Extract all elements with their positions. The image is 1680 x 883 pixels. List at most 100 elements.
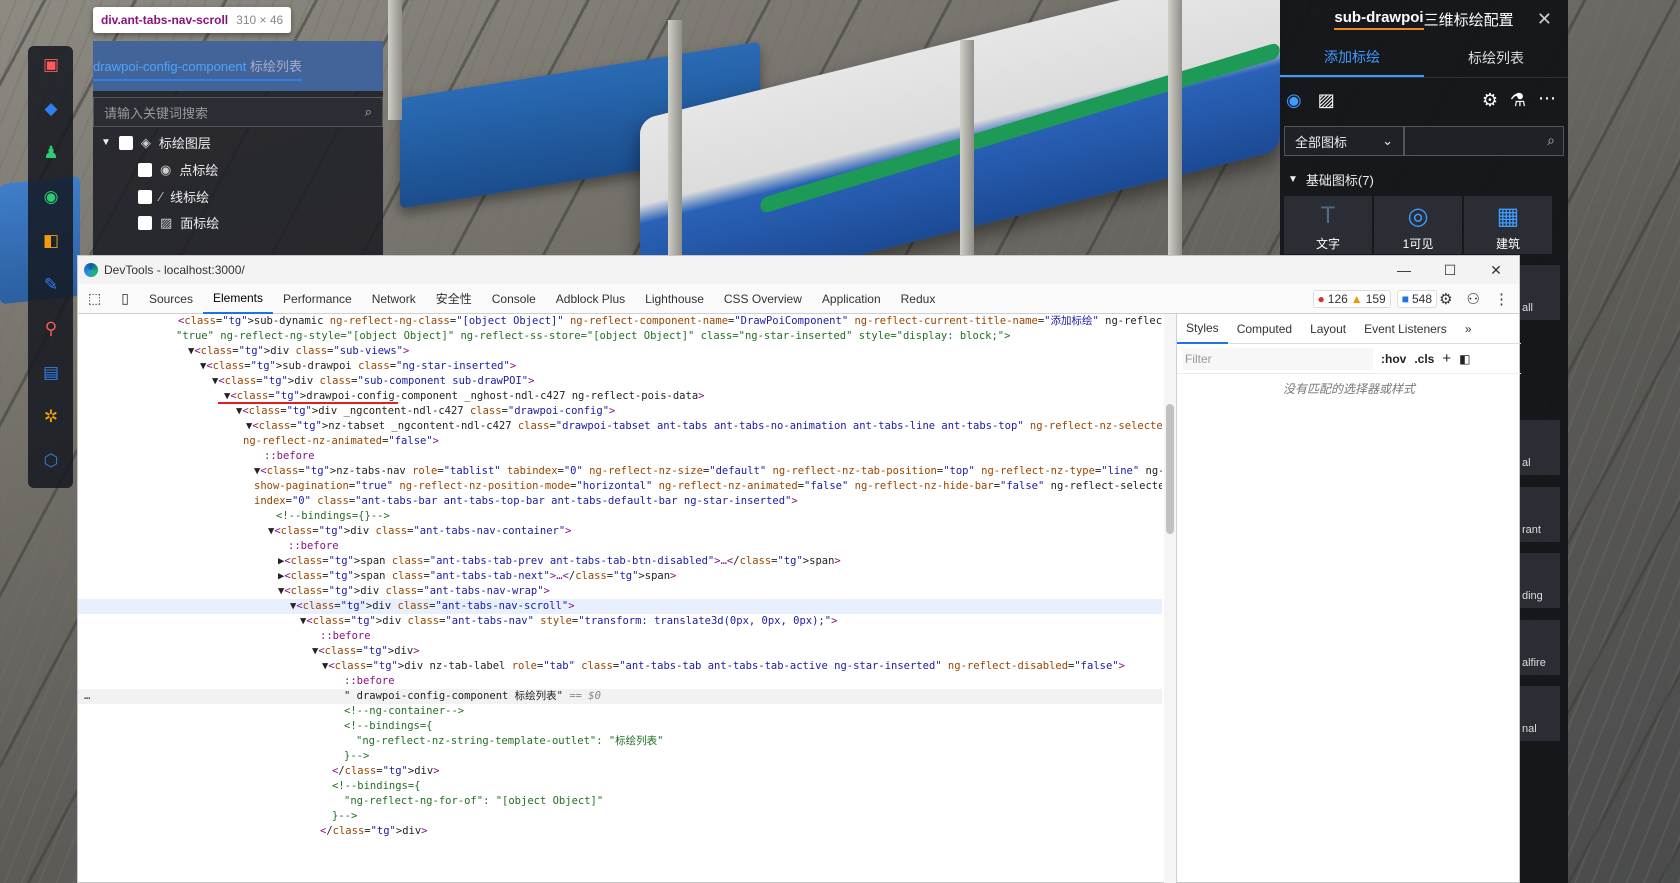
settings-icon[interactable]: ⚙: [1439, 290, 1452, 308]
elements-dom-tree[interactable]: <class="tg">sub-dynamic ng-reflect-ng-cl…: [78, 314, 1162, 883]
hov-toggle[interactable]: :hov: [1381, 352, 1406, 366]
tab-plot-list[interactable]: drawpoi-config-component 标绘列表: [93, 56, 302, 81]
dom-node-line[interactable]: <!--bindings={: [78, 719, 1162, 734]
dom-node-line[interactable]: }-->: [78, 749, 1162, 764]
icon-category-select[interactable]: 全部图标 ⌄: [1284, 126, 1404, 156]
tab-console[interactable]: Console: [482, 284, 546, 314]
inspect-icon[interactable]: ⬚: [78, 284, 111, 314]
eye-icon[interactable]: ◉: [40, 186, 62, 208]
dom-node-line[interactable]: <!--bindings={}-->: [78, 509, 1162, 524]
tab-security[interactable]: 安全性: [426, 284, 482, 314]
search-icon[interactable]: ⌕: [365, 104, 372, 120]
dom-node-line[interactable]: <!--bindings={: [78, 779, 1162, 794]
dom-node-line[interactable]: ng-reflect-nz-animated="false">: [78, 434, 1162, 449]
dom-node-line[interactable]: ::before: [78, 674, 1162, 689]
dom-node-line[interactable]: ▼<class="tg">div class="ant-tabs-nav-wra…: [78, 584, 1162, 599]
caret-down-icon[interactable]: ▼: [101, 137, 111, 148]
dom-node-line[interactable]: }-->: [78, 809, 1162, 824]
dom-node-line[interactable]: ▶<class="tg">span class="ant-tabs-tab-ne…: [78, 569, 1162, 584]
icon-card-peek[interactable]: al: [1520, 420, 1560, 475]
dom-node-line[interactable]: ▼<class="tg">div class="sub-views">: [78, 344, 1162, 359]
tab-styles[interactable]: Styles: [1177, 314, 1228, 344]
dom-node-line[interactable]: ▶<class="tg">span class="ant-tabs-tab-pr…: [78, 554, 1162, 569]
tab-redux[interactable]: Redux: [891, 284, 946, 314]
dom-node-line[interactable]: ::before: [78, 629, 1162, 644]
tab-plot-list[interactable]: 标绘列表: [1424, 38, 1568, 77]
dom-node-line[interactable]: ::before: [78, 449, 1162, 464]
tab-layout[interactable]: Layout: [1301, 314, 1355, 344]
pen-icon[interactable]: ✎: [40, 274, 62, 296]
dom-node-line[interactable]: "ng-reflect-ng-for-of": "[object Object]…: [78, 794, 1162, 809]
comment-icon[interactable]: ▤: [40, 362, 62, 384]
more-tabs-icon[interactable]: »: [1456, 314, 1481, 344]
target-icon[interactable]: ✲: [40, 406, 62, 428]
tag-icon[interactable]: ◆: [40, 98, 62, 120]
tab-application[interactable]: Application: [812, 284, 891, 314]
dom-node-line[interactable]: ▼<class="tg">div _ngcontent-ndl-c427 cla…: [78, 404, 1162, 419]
item-checkbox[interactable]: [138, 215, 152, 230]
dom-node-line[interactable]: " drawpoi-config-component 标绘列表" == $0…: [78, 689, 1162, 704]
icon-card-peek[interactable]: nal: [1520, 686, 1560, 741]
tree-root[interactable]: ▼ ◈ 标绘图层: [101, 133, 211, 152]
cls-toggle[interactable]: .cls: [1414, 352, 1434, 366]
dom-node-line[interactable]: "true" ng-reflect-ng-style="[object Obje…: [78, 329, 1162, 344]
node-actions-icon[interactable]: …: [84, 689, 90, 704]
icon-card-building[interactable]: ▦ 建筑: [1464, 196, 1552, 254]
dom-node-line[interactable]: ::before: [78, 539, 1162, 554]
tree-item-area[interactable]: ▨ 面标绘: [138, 213, 219, 232]
icon-card-peek[interactable]: alfire: [1520, 620, 1560, 675]
icon-card-peek[interactable]: ding: [1520, 553, 1560, 608]
tab-lighthouse[interactable]: Lighthouse: [635, 284, 714, 314]
root-checkbox[interactable]: [118, 135, 133, 150]
scroll-thumb[interactable]: [1166, 404, 1174, 534]
maximize-icon[interactable]: ☐: [1427, 256, 1473, 284]
tab-css-overview[interactable]: CSS Overview: [714, 284, 812, 314]
marker-icon[interactable]: ⚲: [40, 318, 62, 340]
error-count[interactable]: ● 126 ▲ 159: [1312, 290, 1391, 308]
icon-search-input[interactable]: ⌕: [1404, 126, 1564, 156]
radio-icon[interactable]: ◉: [1286, 90, 1302, 111]
tab-add-plot[interactable]: 添加标绘: [1280, 38, 1424, 77]
dom-node-line[interactable]: ▼<class="tg">div class="ant-tabs-nav" st…: [78, 614, 1162, 629]
dom-node-line[interactable]: "ng-reflect-nz-string-template-outlet": …: [78, 734, 1162, 749]
dom-node-line[interactable]: </class="tg">div>: [78, 824, 1162, 839]
remote-devices-icon[interactable]: ⚇: [1467, 290, 1480, 308]
device-toggle-icon[interactable]: ▯: [111, 284, 139, 314]
dom-node-line[interactable]: <!--ng-container-->: [78, 704, 1162, 719]
tab-network[interactable]: Network: [362, 284, 426, 314]
icon-group-header[interactable]: ▼ 基础图标(7): [1280, 162, 1568, 196]
filter-input[interactable]: Filter: [1183, 347, 1373, 370]
dom-node-line[interactable]: ▼<class="tg">div class="ant-tabs-nav-scr…: [78, 599, 1162, 614]
item-checkbox[interactable]: [138, 162, 152, 177]
search-icon[interactable]: ⌕: [1547, 132, 1555, 149]
dom-node-line[interactable]: ▼<class="tg">sub-drawpoi class="ng-star-…: [78, 359, 1162, 374]
search-input[interactable]: 请输入关键词搜索 ⌕: [93, 97, 383, 127]
flask-icon[interactable]: ⚗: [1510, 90, 1526, 111]
close-icon[interactable]: ✕: [1537, 9, 1552, 30]
dom-node-line[interactable]: ▼<class="tg">div class="sub-component su…: [78, 374, 1162, 389]
message-count[interactable]: ■ 548: [1396, 290, 1437, 308]
gear-icon[interactable]: ⚙: [1482, 90, 1498, 111]
tab-event-listeners[interactable]: Event Listeners: [1355, 314, 1456, 344]
dom-node-line[interactable]: ▼<class="tg">nz-tabs-nav role="tablist" …: [78, 464, 1162, 479]
add-rule-icon[interactable]: +: [1442, 350, 1451, 367]
cube-icon[interactable]: ⬡: [40, 450, 62, 472]
tab-performance[interactable]: Performance: [273, 284, 362, 314]
dom-node-line[interactable]: ▼<class="tg">nz-tabset _ngcontent-ndl-c4…: [78, 419, 1162, 434]
more-icon[interactable]: ⋮: [1494, 290, 1509, 308]
sidebar-toggle-icon[interactable]: ◧: [1459, 352, 1470, 366]
layer-icon[interactable]: ◧: [40, 230, 62, 252]
item-checkbox[interactable]: [138, 189, 152, 204]
tab-sources[interactable]: Sources: [139, 284, 203, 314]
dom-node-line[interactable]: ▼<class="tg">div nz-tab-label role="tab"…: [78, 659, 1162, 674]
tab-elements[interactable]: Elements: [202, 284, 274, 314]
dom-scrollbar[interactable]: [1164, 314, 1176, 883]
person-icon[interactable]: ♟: [40, 142, 62, 164]
close-icon[interactable]: ✕: [1473, 256, 1519, 284]
icon-card-peek[interactable]: rant: [1520, 487, 1560, 542]
image-icon[interactable]: ▣: [40, 54, 62, 76]
hatch-icon[interactable]: ▨: [1318, 90, 1335, 111]
more-icon[interactable]: ⋯: [1538, 88, 1556, 109]
tab-computed[interactable]: Computed: [1228, 314, 1301, 344]
icon-card-text[interactable]: T 文字: [1284, 196, 1372, 254]
